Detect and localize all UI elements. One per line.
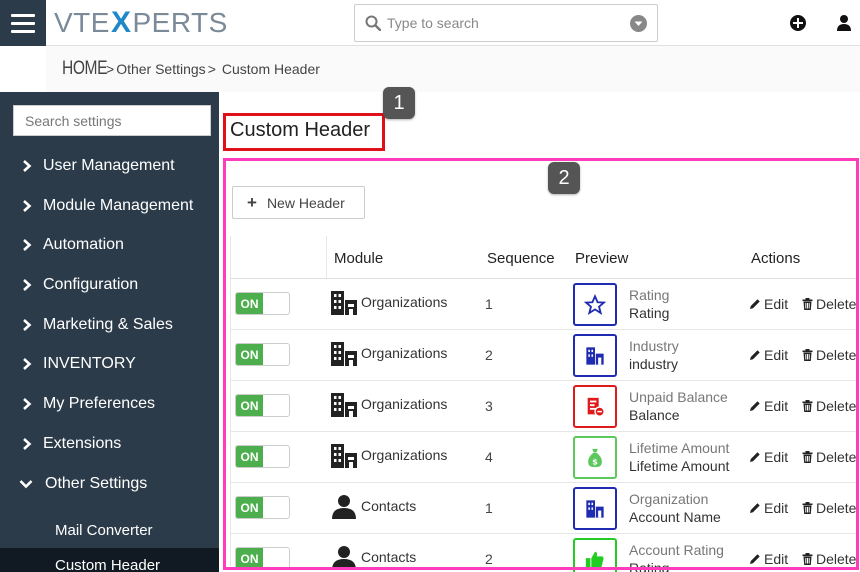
sidebar-item-module-management[interactable]: Module Management xyxy=(0,188,219,224)
chevron-right-icon xyxy=(23,319,32,331)
sidebar-item-configuration[interactable]: Configuration xyxy=(0,267,219,303)
chevron-right-icon xyxy=(23,200,32,212)
top-bar: VTE X PERTS xyxy=(0,0,860,46)
logo-suffix: PERTS xyxy=(132,7,228,38)
sidebar-item-label: User Management xyxy=(43,157,175,174)
menu-icon[interactable] xyxy=(0,0,46,46)
breadcrumb: HOME > Other Settings > Custom Header xyxy=(46,46,860,92)
chevron-right-icon xyxy=(23,279,32,291)
chevron-down-icon[interactable] xyxy=(630,15,647,32)
logo[interactable]: VTE X PERTS xyxy=(54,6,228,40)
sidebar-item-inventory[interactable]: INVENTORY xyxy=(0,346,219,382)
sidebar-item-label: Configuration xyxy=(43,276,139,293)
sidebar-item-marketing-sales[interactable]: Marketing & Sales xyxy=(0,307,219,343)
sidebar-item-automation[interactable]: Automation xyxy=(0,227,219,263)
chevron-down-icon xyxy=(19,480,33,489)
sidebar-item-label: Marketing & Sales xyxy=(43,316,173,333)
breadcrumb-separator: > xyxy=(106,61,115,77)
breadcrumb-current: Custom Header xyxy=(221,61,320,77)
annotation-box-2 xyxy=(223,158,859,570)
sidebar-item-label: Other Settings xyxy=(45,475,148,492)
breadcrumb-parent[interactable]: Other Settings xyxy=(116,61,206,77)
sidebar-subitem-custom-header[interactable]: Custom Header xyxy=(0,548,219,572)
search-input[interactable] xyxy=(387,15,617,31)
sidebar: User Management Module Management Automa… xyxy=(0,92,219,572)
breadcrumb-separator: > xyxy=(207,61,216,77)
sidebar-item-label: My Preferences xyxy=(43,395,156,412)
chevron-right-icon xyxy=(23,160,32,172)
sidebar-search-input[interactable] xyxy=(13,105,211,136)
sidebar-item-other-settings[interactable]: Other Settings xyxy=(0,466,219,502)
sidebar-item-my-preferences[interactable]: My Preferences xyxy=(0,386,219,422)
chevron-right-icon xyxy=(23,239,32,251)
annotation-badge-1: 1 xyxy=(383,87,415,119)
sidebar-item-label: INVENTORY xyxy=(43,355,136,372)
sidebar-item-label: Module Management xyxy=(43,197,194,214)
logo-x: X xyxy=(110,6,132,39)
global-search[interactable] xyxy=(354,4,658,42)
chevron-right-icon xyxy=(23,358,32,370)
breadcrumb-home[interactable]: HOME xyxy=(62,58,108,80)
sidebar-item-label: Extensions xyxy=(43,435,122,452)
chevron-right-icon xyxy=(23,438,32,450)
search-icon xyxy=(365,15,381,31)
logo-prefix: VTE xyxy=(54,7,110,38)
add-icon[interactable] xyxy=(789,14,807,32)
sidebar-item-label: Automation xyxy=(43,236,124,253)
sidebar-subitem-label: Mail Converter xyxy=(55,521,153,539)
annotation-box-1 xyxy=(223,113,385,151)
user-icon[interactable] xyxy=(835,14,853,32)
sidebar-subitem-label: Custom Header xyxy=(55,557,161,572)
chevron-right-icon xyxy=(23,398,32,410)
sidebar-subitem-mail-converter[interactable]: Mail Converter xyxy=(0,512,219,548)
sidebar-item-user-management[interactable]: User Management xyxy=(0,148,219,184)
sidebar-item-extensions[interactable]: Extensions xyxy=(0,426,219,462)
annotation-badge-2: 2 xyxy=(548,162,580,194)
